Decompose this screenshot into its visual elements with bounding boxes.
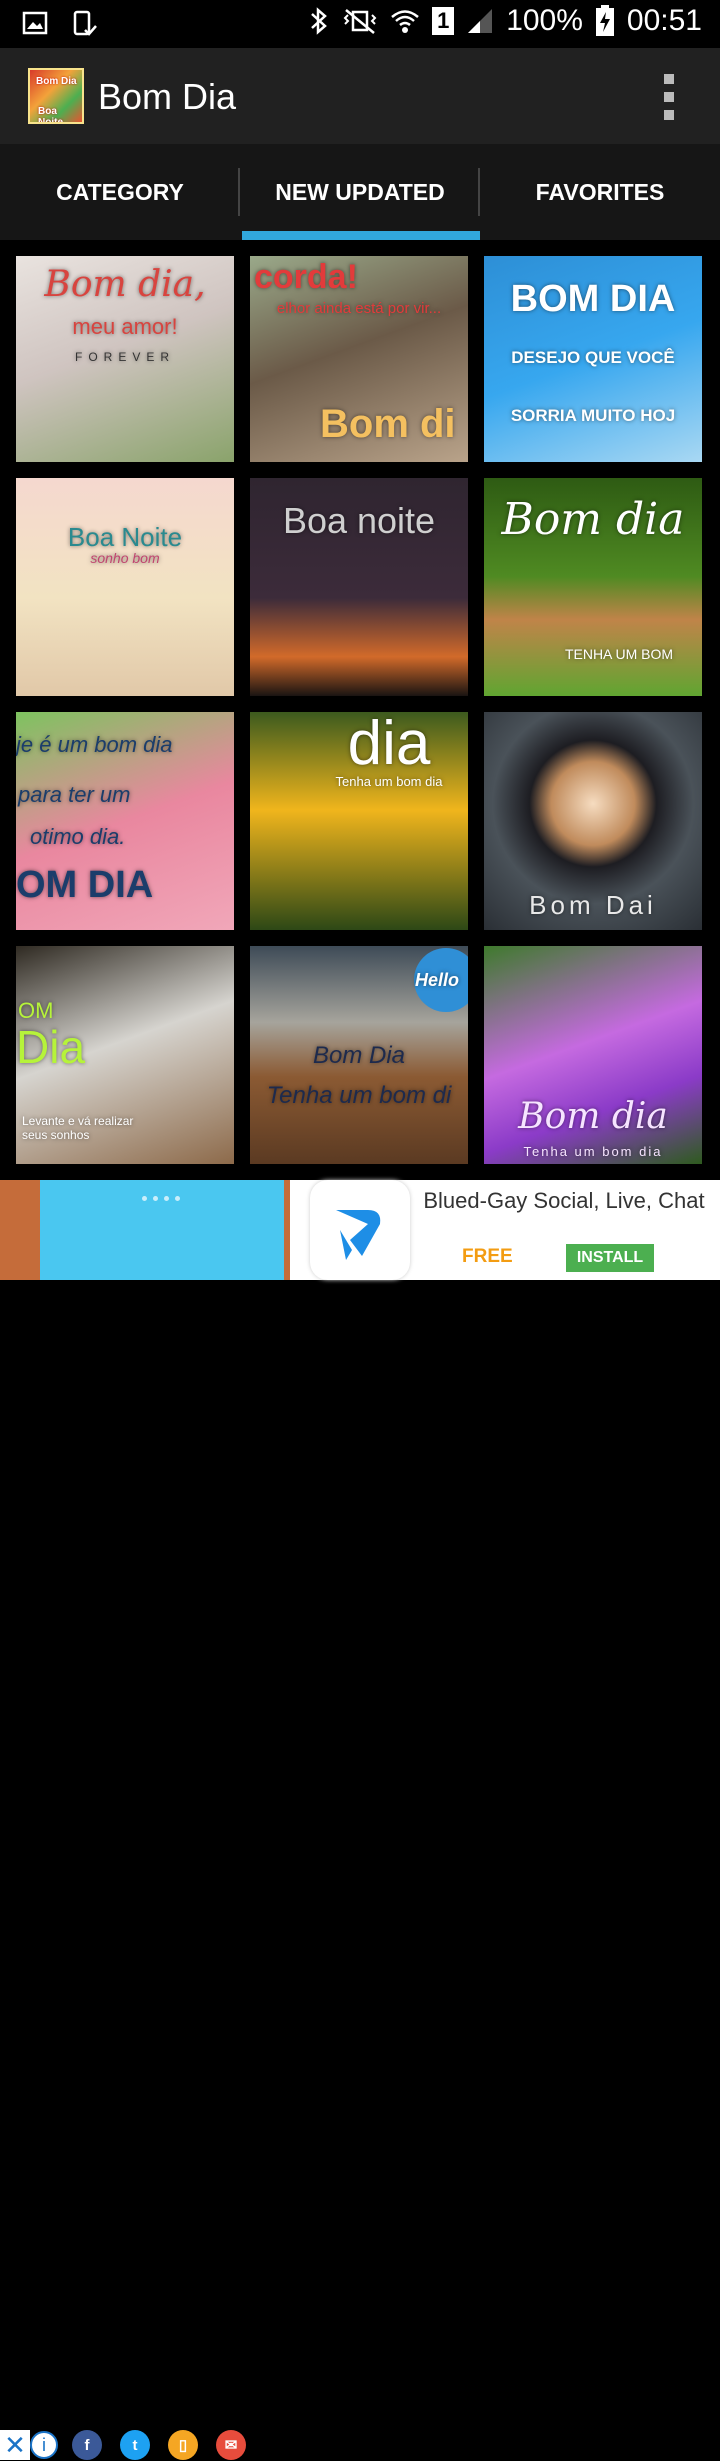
image-tile-2[interactable]: corda! elhor ainda está por vir... Bom d…	[250, 256, 468, 462]
sim-slot-number: 1	[437, 8, 450, 33]
ad-price-label: FREE	[462, 1246, 513, 1267]
tile-caption: otimo dia.	[30, 824, 126, 849]
email-share-icon[interactable]: ✉	[216, 2430, 246, 2460]
sms-share-icon[interactable]: ▯	[168, 2430, 198, 2460]
ad-preview-image	[0, 1180, 290, 1280]
clock: 00:51	[626, 4, 702, 37]
share-row: ✕ i f t ▯ ✉	[0, 2430, 264, 2460]
app-logo-text-top: Bom Dia	[36, 76, 77, 87]
image-tile-4[interactable]: Boa Noite sonho bom	[16, 478, 234, 696]
tile-caption: corda!	[254, 258, 358, 296]
tile-caption: DESEJO QUE VOCÊ	[511, 348, 675, 367]
tile-caption: Hello	[414, 970, 459, 990]
twitter-share-icon[interactable]: t	[120, 2430, 150, 2460]
tile-caption: dia	[347, 712, 431, 778]
signal-icon	[468, 9, 493, 33]
vibrate-mute-icon	[343, 9, 377, 34]
bluetooth-icon	[311, 7, 328, 35]
tab-favorites-label: FAVORITES	[535, 178, 665, 205]
tile-caption: sonho bom	[90, 550, 160, 566]
tile-caption: TENHA UM BOM	[564, 646, 674, 662]
image-tile-5[interactable]: Boa noite	[250, 478, 468, 696]
close-ad-icon[interactable]: ✕	[0, 2430, 30, 2460]
ad-banner[interactable]: Blued-Gay Social, Live, Chat FREE INSTAL…	[0, 1180, 720, 2460]
tile-caption: elhor ainda está por vir...	[276, 300, 442, 317]
image-tile-12[interactable]: Bom dia Tenha um bom dia	[484, 946, 702, 1164]
ad-app-logo	[310, 1180, 410, 1280]
ad-title: Blued-Gay Social, Live, Chat	[423, 1188, 705, 1213]
sim-slot-badge: 1	[432, 7, 455, 35]
tile-caption: je é um bom dia	[16, 732, 173, 757]
ad-install-button[interactable]: INSTALL	[566, 1244, 654, 1272]
status-bar: 1 100% 00:51	[0, 0, 720, 48]
app-logo-text-bottom: Boa Noite	[38, 106, 63, 124]
blued-logo-icon	[336, 1210, 381, 1260]
tile-caption: OM DIA	[16, 864, 154, 906]
device-check-notification-icon	[73, 10, 97, 36]
tile-caption: Bom dia,	[44, 264, 206, 305]
tile-caption: Tenha um bom di	[266, 1082, 452, 1109]
tile-caption: Bom dia	[501, 494, 685, 545]
tile-caption: meu amor!	[72, 314, 178, 339]
gallery-notification-icon	[22, 11, 48, 35]
ad-carousel-dots	[142, 1196, 180, 1201]
wifi-icon	[391, 10, 419, 33]
ad-info-icon[interactable]: i	[30, 2431, 58, 2459]
image-tile-3[interactable]: BOM DIA DESEJO QUE VOCÊ SORRIA MUITO HOJ	[484, 256, 702, 462]
tile-caption: Dia	[16, 1021, 86, 1073]
image-tile-9[interactable]: Bom Dai	[484, 712, 702, 930]
battery-percent: 100%	[506, 4, 583, 37]
tile-caption: Boa Noite	[67, 522, 183, 552]
image-tile-8[interactable]: dia Tenha um bom dia	[250, 712, 468, 930]
ad-image-edge	[0, 1180, 40, 1280]
tile-caption: Bom di	[320, 402, 456, 446]
battery-charging-icon	[595, 5, 614, 36]
tile-caption: Bom dia	[518, 1096, 668, 1137]
ad-image-edge	[284, 1180, 290, 1280]
image-tile-7[interactable]: je é um bom dia para ter um otimo dia. O…	[16, 712, 234, 930]
app-title: Bom Dia	[98, 76, 237, 117]
tile-caption: Levante e vá realizar seus sonhos	[22, 1114, 134, 1142]
tab-favorites[interactable]: FAVORITES	[480, 144, 720, 240]
image-tile-10[interactable]: OM Dia Levante e vá realizar seus sonhos	[16, 946, 234, 1164]
image-tile-11[interactable]: Hello Bom Dia Tenha um bom di	[250, 946, 468, 1164]
tab-new-updated-label: NEW UPDATED	[275, 178, 445, 205]
tab-new-updated[interactable]: NEW UPDATED	[240, 144, 480, 240]
tile-caption: para ter um	[18, 782, 131, 807]
tile-caption: BOM DIA	[510, 278, 676, 320]
selected-tab-indicator	[242, 231, 480, 240]
tab-category[interactable]: CATEGORY	[0, 144, 240, 240]
image-tile-6[interactable]: Bom dia TENHA UM BOM	[484, 478, 702, 696]
tile-caption: Bom Dia	[312, 1042, 406, 1069]
tile-caption: SORRIA MUITO HOJ	[510, 406, 676, 425]
tile-caption: Tenha um bom dia	[523, 1144, 663, 1159]
tile-caption: Tenha um bom dia	[335, 774, 443, 789]
tile-caption: FOREVER	[74, 350, 175, 364]
tile-caption: Boa noite	[282, 500, 436, 541]
app-bar: Bom Dia Boa Noite Bom Dia	[0, 48, 720, 144]
app-logo: Bom Dia Boa Noite	[28, 68, 84, 124]
overflow-menu-icon[interactable]	[664, 74, 676, 120]
tab-bar: CATEGORY NEW UPDATED FAVORITES	[0, 144, 720, 240]
tile-caption: Bom Dai	[529, 890, 657, 920]
facebook-share-icon[interactable]: f	[72, 2430, 102, 2460]
image-tile-1[interactable]: Bom dia, meu amor! FOREVER	[16, 256, 234, 462]
tab-category-label: CATEGORY	[56, 178, 184, 205]
